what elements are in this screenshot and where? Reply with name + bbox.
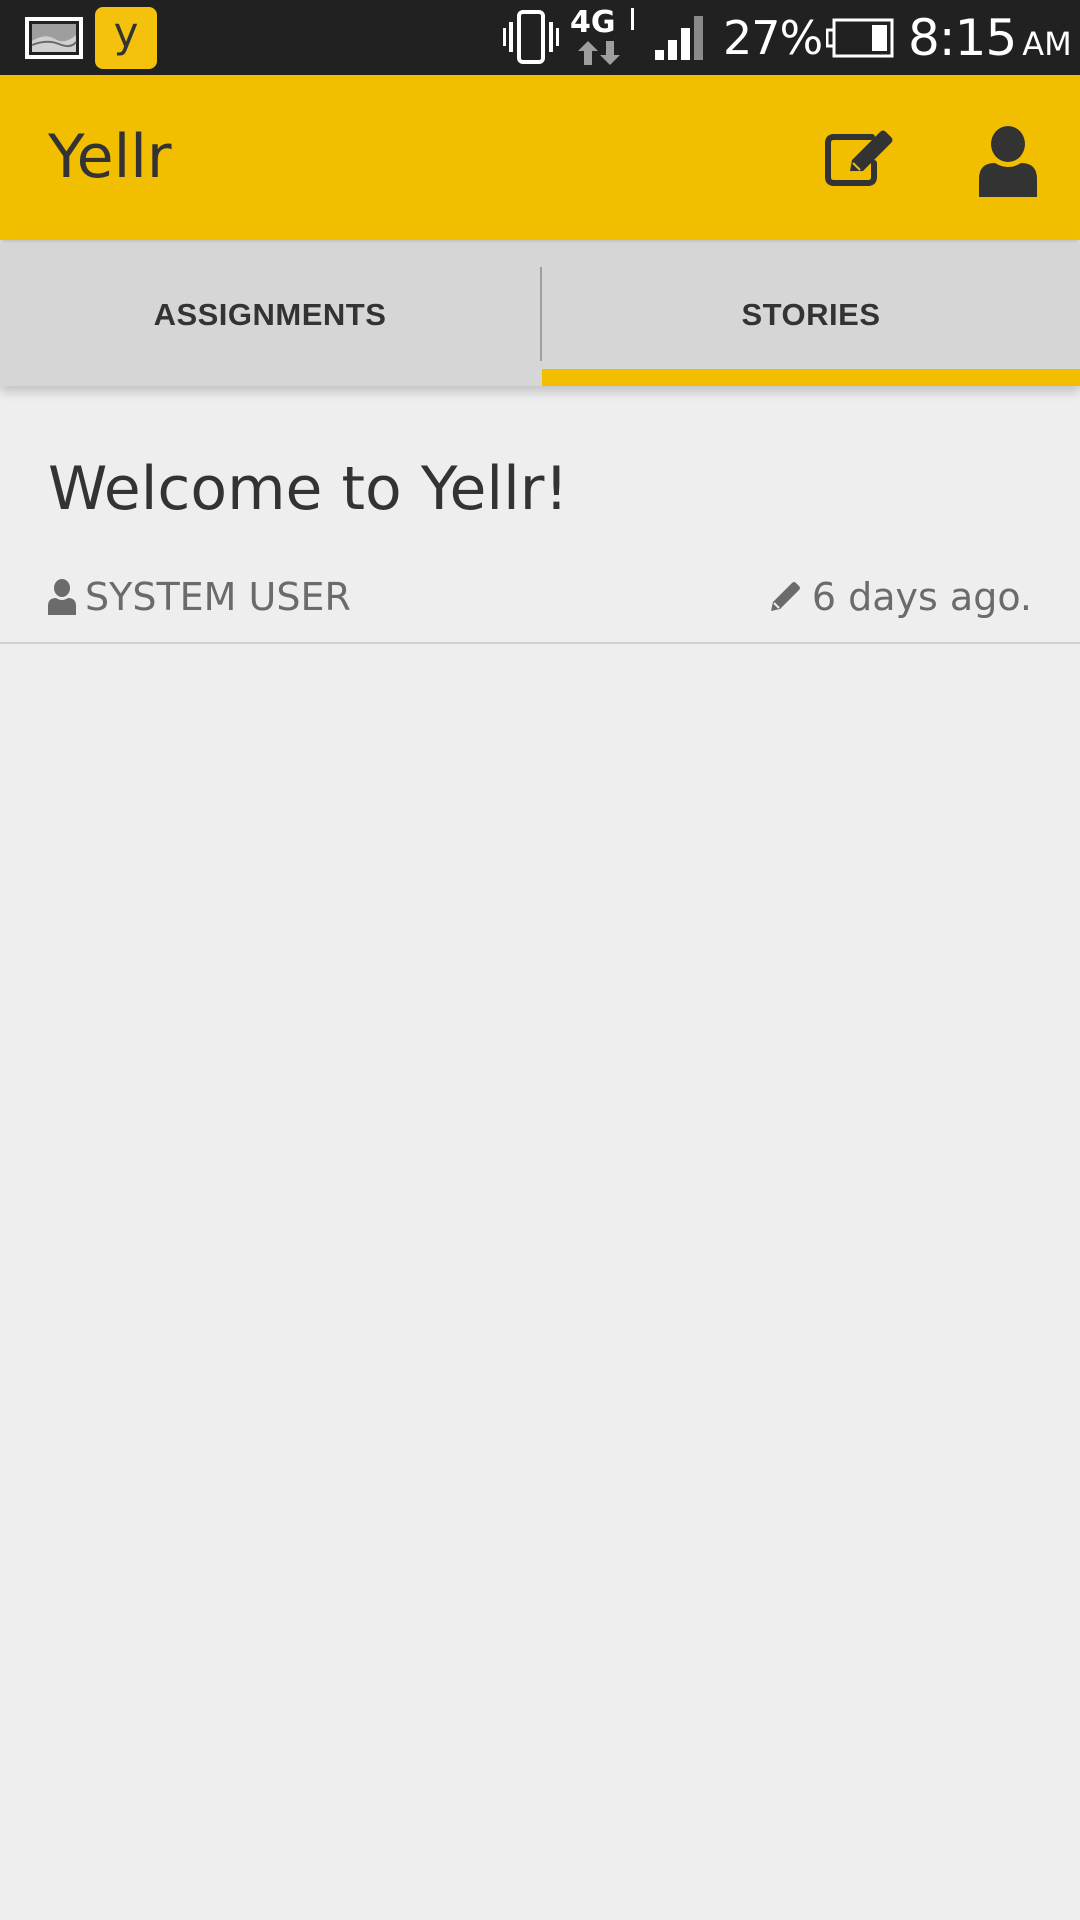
story-author: SYSTEM USER — [47, 574, 351, 620]
tab-stories[interactable]: STORIES — [541, 243, 1080, 386]
status-bar: y 4G 27% 8:15 AM — [0, 0, 1080, 75]
user-icon — [979, 126, 1037, 197]
story-author-name: SYSTEM USER — [85, 575, 351, 619]
clock-time: 8:15 — [908, 9, 1017, 67]
gallery-notification-icon — [25, 17, 83, 63]
story-title: Welcome to Yellr! — [48, 454, 569, 524]
tab-stories-label: STORIES — [741, 297, 881, 332]
clock-ampm: AM — [1022, 25, 1072, 63]
author-user-icon — [48, 579, 76, 615]
story-list-item[interactable]: Welcome to Yellr! SYSTEM USER 6 days ago… — [0, 386, 1080, 644]
pencil-icon — [770, 582, 800, 611]
signal-strength-icon — [653, 14, 711, 66]
tab-assignments[interactable]: ASSIGNMENTS — [0, 243, 540, 386]
yellr-notification-icon: y — [95, 7, 157, 69]
vibrate-icon — [502, 10, 560, 69]
tab-bar: ASSIGNMENTS STORIES — [0, 243, 1080, 386]
network-type-label: 4G — [570, 5, 616, 40]
4g-lte-icon: 4G — [570, 5, 642, 75]
compose-icon — [825, 130, 893, 186]
app-title: Yellr — [48, 122, 172, 192]
battery-percentage: 27% — [723, 11, 823, 65]
account-button[interactable] — [975, 125, 1045, 197]
compose-button[interactable] — [820, 125, 900, 195]
status-clock: 8:15 AM — [908, 9, 1072, 73]
app-bar: Yellr — [0, 75, 1080, 240]
story-posted-time-text: 6 days ago. — [811, 575, 1032, 619]
tab-assignments-label: ASSIGNMENTS — [153, 297, 387, 332]
battery-icon — [825, 18, 894, 62]
story-posted-time: 6 days ago. — [768, 574, 1032, 620]
selected-tab-indicator — [542, 369, 1080, 386]
